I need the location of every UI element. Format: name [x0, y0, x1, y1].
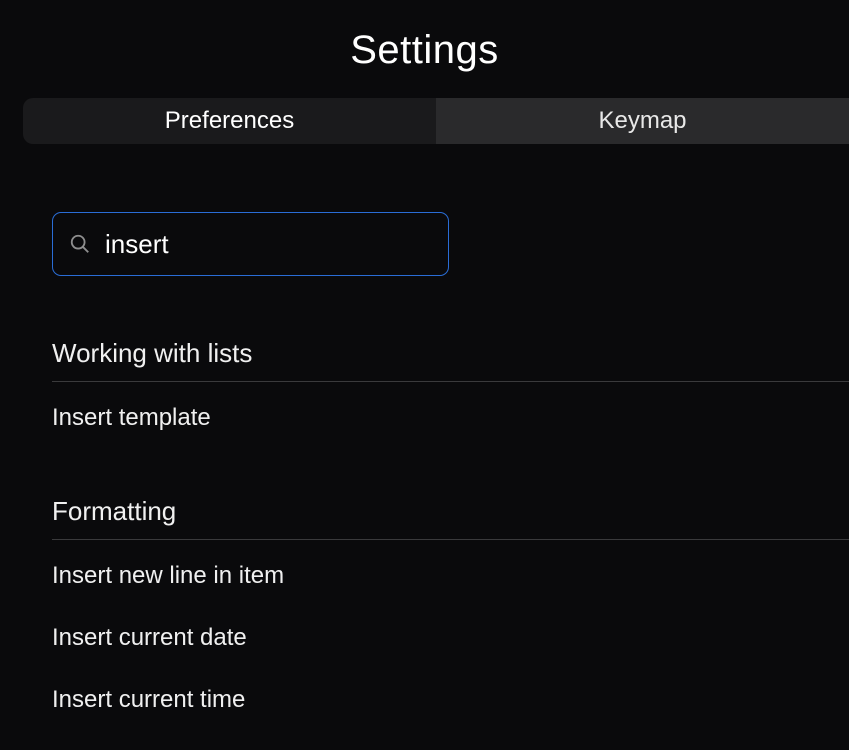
search-icon	[69, 233, 91, 255]
section-title-working-with-lists: Working with lists	[52, 338, 849, 382]
keymap-item-insert-current-time[interactable]: Insert current time	[52, 660, 849, 722]
keymap-item-insert-template[interactable]: Insert template	[52, 382, 849, 440]
page-title: Settings	[0, 0, 849, 98]
search-wrapper[interactable]	[52, 212, 449, 276]
keymap-item-insert-new-line[interactable]: Insert new line in item	[52, 540, 849, 598]
keymap-item-insert-current-date[interactable]: Insert current date	[52, 598, 849, 660]
search-input[interactable]	[105, 229, 432, 260]
section-title-formatting: Formatting	[52, 496, 849, 540]
tab-preferences-label: Preferences	[165, 107, 294, 135]
tab-preferences[interactable]: Preferences	[23, 98, 436, 144]
tab-keymap[interactable]: Keymap	[436, 98, 849, 144]
section-formatting: Formatting Insert new line in item Inser…	[52, 496, 849, 722]
tabs-container: Preferences Keymap	[23, 98, 849, 144]
tab-keymap-label: Keymap	[598, 107, 686, 135]
content-area: Working with lists Insert template Forma…	[0, 144, 849, 722]
section-working-with-lists: Working with lists Insert template	[52, 338, 849, 440]
